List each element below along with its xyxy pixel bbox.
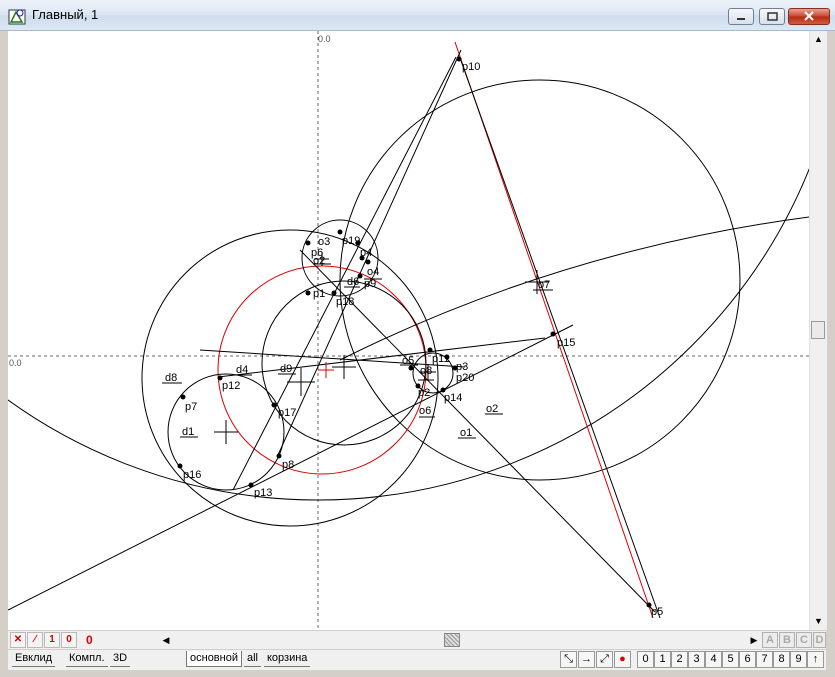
scroll-right-button[interactable]: ▶ xyxy=(746,631,762,649)
tab-korzina[interactable]: корзина xyxy=(264,651,311,667)
tab-evklid[interactable]: Евклид xyxy=(12,651,56,667)
vector-tool-icon[interactable]: ⤢ xyxy=(596,651,613,668)
record-icon[interactable]: ● xyxy=(614,651,631,668)
numpad-6[interactable]: 6 xyxy=(739,651,756,668)
label-o8: o8 xyxy=(420,365,432,377)
horizontal-scroll-thumb[interactable] xyxy=(444,633,460,647)
label-d4: d4 xyxy=(236,364,248,376)
tab-kompl[interactable]: Компл. xyxy=(66,651,108,667)
tab-bar: Евклид Компл. 3D основной all корзина ⤡ … xyxy=(8,650,826,670)
button-b[interactable]: B xyxy=(779,632,795,648)
label-p18: p18 xyxy=(336,296,354,308)
scroll-down-button[interactable]: ▼ xyxy=(810,613,827,630)
button-a[interactable]: A xyxy=(762,632,778,648)
origin-label-top: 0.0 xyxy=(318,34,331,44)
label-d8: d8 xyxy=(165,372,177,384)
label-p20: p20 xyxy=(456,372,474,384)
origin-label-left: 0.0 xyxy=(9,358,22,368)
numpad-2[interactable]: 2 xyxy=(671,651,688,668)
label-o6: o6 xyxy=(419,405,431,417)
label-p11: p11 xyxy=(432,353,450,365)
numpad-up-arrow[interactable]: ↑ xyxy=(807,651,824,668)
bottom-toolbar: ✕ ⁄ 1 0 0 ◀ ▶ A B C D xyxy=(8,631,826,649)
label-o7: o7 xyxy=(538,279,550,291)
scroll-left-button[interactable]: ◀ xyxy=(158,631,174,649)
object-counter: 0 xyxy=(86,633,93,647)
drawing-canvas[interactable]: 0.0 0.0 p10 p15 p5 o7 o3 p19 p6 o2 p4 o4… xyxy=(8,31,809,630)
numpad-5[interactable]: 5 xyxy=(722,651,739,668)
minimize-button[interactable] xyxy=(728,8,754,25)
label-d6: d6 xyxy=(347,276,359,288)
small-button-1[interactable]: 1 xyxy=(44,632,60,648)
label-d1: d1 xyxy=(182,426,194,438)
label-o5: o5 xyxy=(402,355,414,367)
label-o2: o2 xyxy=(313,255,325,267)
arrow-right-icon[interactable]: → xyxy=(578,651,595,668)
label-p9: p9 xyxy=(364,278,376,290)
label-p16: p16 xyxy=(183,469,201,481)
tab-all[interactable]: all xyxy=(244,651,262,667)
delete-icon[interactable]: ✕ xyxy=(10,632,26,648)
line-f xyxy=(217,337,546,378)
label-p13: p13 xyxy=(254,487,272,499)
label-p19: p19 xyxy=(342,235,360,247)
label-p12: p12 xyxy=(222,380,240,392)
numpad-3[interactable]: 3 xyxy=(688,651,705,668)
label-p7: p7 xyxy=(185,401,197,413)
button-d[interactable]: D xyxy=(813,632,826,648)
close-button[interactable] xyxy=(788,8,830,25)
label-p5: p5 xyxy=(651,606,663,618)
scroll-up-button[interactable]: ▲ xyxy=(810,31,827,48)
label-d9: d9 xyxy=(280,363,292,375)
label-p2: p2 xyxy=(418,387,430,399)
numpad-8[interactable]: 8 xyxy=(773,651,790,668)
label-o1: o1 xyxy=(460,427,472,439)
close-icon xyxy=(804,11,814,21)
label-p10: p10 xyxy=(462,61,480,73)
line-b xyxy=(232,56,457,491)
vertical-scrollbar[interactable]: ▲ ▼ xyxy=(809,31,827,630)
numpad-9[interactable]: 9 xyxy=(790,651,807,668)
circle-huge xyxy=(8,167,809,501)
label-o2-right: o2 xyxy=(486,403,498,415)
maximize-icon xyxy=(767,12,778,21)
minimize-icon xyxy=(737,18,745,20)
label-p1: p1 xyxy=(313,288,325,300)
numpad-0[interactable]: 0 xyxy=(637,651,654,668)
small-button-0[interactable]: 0 xyxy=(61,632,77,648)
label-p15: p15 xyxy=(557,337,575,349)
numpad-4[interactable]: 4 xyxy=(705,651,722,668)
app-icon xyxy=(8,9,26,25)
tab-osnovnoy[interactable]: основной xyxy=(186,651,242,667)
horizontal-scrollbar[interactable]: ◀ ▶ xyxy=(158,631,762,649)
line-tool-icon[interactable]: ⁄ xyxy=(27,632,43,648)
vertical-scroll-thumb[interactable] xyxy=(811,321,825,339)
segment-tool-icon[interactable]: ⤡ xyxy=(560,651,577,668)
numpad-1[interactable]: 1 xyxy=(654,651,671,668)
cross-markers xyxy=(214,252,549,444)
title-bar: Главный, 1 xyxy=(0,0,835,31)
button-c[interactable]: C xyxy=(796,632,812,648)
label-p4: p4 xyxy=(360,247,372,259)
points xyxy=(177,56,652,608)
label-p17: p17 xyxy=(278,407,296,419)
label-o4: o4 xyxy=(367,266,379,278)
label-p14: p14 xyxy=(444,392,462,404)
window-title: Главный, 1 xyxy=(32,7,99,22)
label-p8: p8 xyxy=(282,459,294,471)
geometry-drawing[interactable]: 0.0 0.0 p10 p15 p5 o7 o3 p19 p6 o2 p4 o4… xyxy=(8,31,809,630)
circle-medium xyxy=(141,229,439,527)
numpad-7[interactable]: 7 xyxy=(756,651,773,668)
maximize-button[interactable] xyxy=(759,8,785,25)
tab-3d[interactable]: 3D xyxy=(110,651,131,667)
